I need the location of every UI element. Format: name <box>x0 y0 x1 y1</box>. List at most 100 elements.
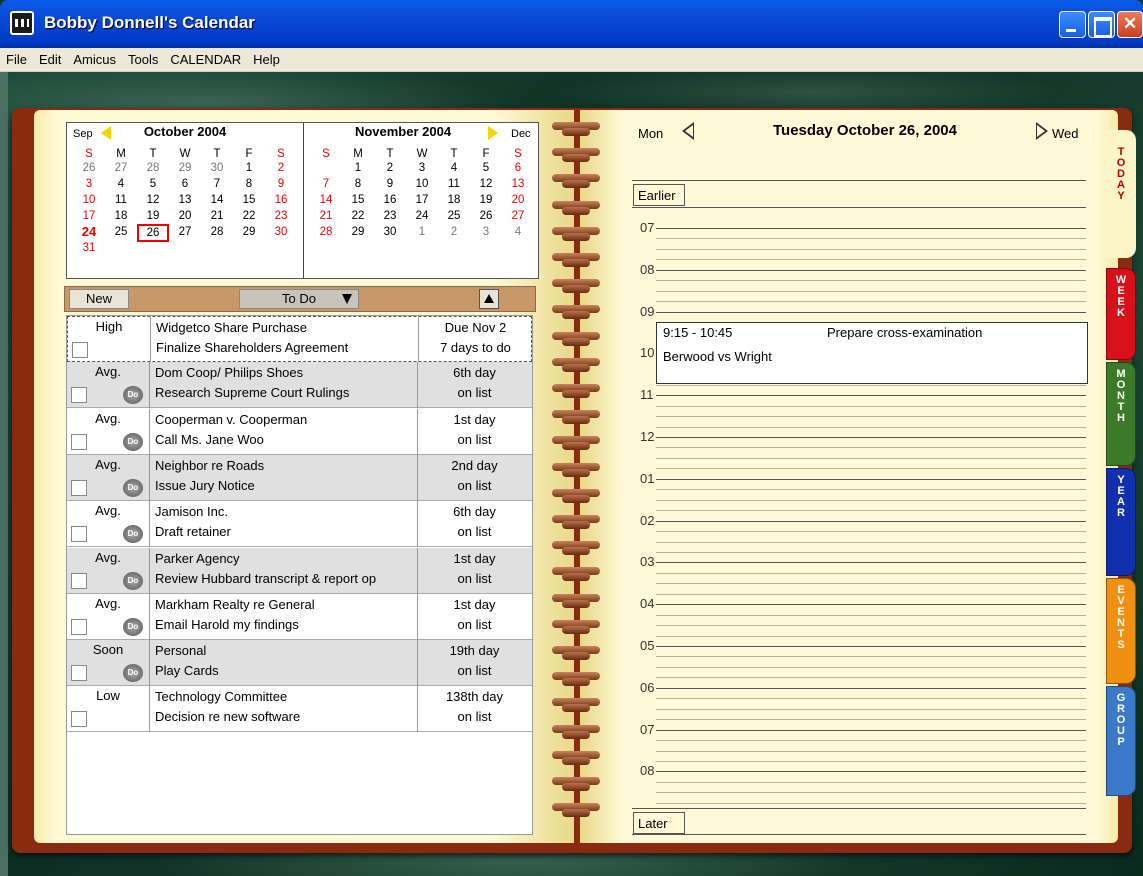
calendar-day[interactable]: 16 <box>265 193 297 207</box>
quarter-hour-line[interactable] <box>656 301 1086 303</box>
calendar-day[interactable]: 7 <box>310 177 342 191</box>
todo-item[interactable]: Avg. Do Cooperman v. Cooperman Call Ms. Jan… <box>67 408 532 455</box>
todo-checkbox[interactable] <box>72 342 88 358</box>
todo-checkbox[interactable] <box>71 479 87 496</box>
menu-edit[interactable]: Edit <box>33 48 67 67</box>
todo-item[interactable]: Avg. Do Jamison Inc. Draft retainer 6th day o… <box>67 501 532 548</box>
menu-calendar[interactable]: CALENDAR <box>164 48 247 67</box>
calendar-day[interactable]: 20 <box>169 209 201 223</box>
calendar-day[interactable]: 28 <box>201 225 233 239</box>
calendar-day[interactable]: 9 <box>374 177 406 191</box>
calendar-day[interactable]: 8 <box>342 177 374 191</box>
calendar-day[interactable]: 22 <box>342 209 374 223</box>
calendar-day[interactable]: 24 <box>73 225 105 239</box>
quarter-hour-line[interactable] <box>656 248 1086 250</box>
close-button[interactable] <box>1117 11 1143 38</box>
calendar-day[interactable]: 17 <box>406 193 438 207</box>
quarter-hour-line[interactable] <box>656 468 1086 470</box>
calendar-day[interactable]: 13 <box>169 193 201 207</box>
calendar-day[interactable]: 9 <box>265 177 297 191</box>
todo-item[interactable]: Avg. Do Neighbor re Roads Issue Jury Notice… <box>67 454 532 501</box>
calendar-day[interactable]: 8 <box>233 177 265 191</box>
calendar-day[interactable]: 26 <box>73 161 105 175</box>
maximize-button[interactable] <box>1088 11 1115 38</box>
quarter-hour-line[interactable] <box>656 416 1086 418</box>
calendar-day[interactable]: 23 <box>265 209 297 223</box>
scroll-up-button[interactable] <box>479 289 499 309</box>
calendar-day[interactable]: 3 <box>406 161 438 175</box>
calendar-day[interactable]: 30 <box>265 225 297 239</box>
calendar-day[interactable]: 2 <box>374 161 406 175</box>
calendar-day[interactable]: 27 <box>105 161 137 175</box>
calendar-day[interactable]: 25 <box>105 225 137 239</box>
calendar-day[interactable]: 29 <box>169 161 201 175</box>
calendar-day[interactable]: 12 <box>470 177 502 191</box>
quarter-hour-line[interactable] <box>656 708 1086 710</box>
calendar-day[interactable]: 10 <box>406 177 438 191</box>
calendar-day[interactable]: 5 <box>470 161 502 175</box>
calendar-day[interactable]: 29 <box>233 225 265 239</box>
earlier-button[interactable]: Earlier <box>633 184 685 206</box>
hour-line[interactable] <box>656 311 1086 313</box>
quarter-hour-line[interactable] <box>656 719 1086 721</box>
calendar-day[interactable]: 2 <box>438 225 470 239</box>
menu-tools[interactable]: Tools <box>122 48 164 67</box>
quarter-hour-line[interactable] <box>656 290 1086 292</box>
todo-item[interactable]: Avg. Do Markham Realty re General Email Har… <box>67 593 532 640</box>
calendar-day[interactable]: 29 <box>342 225 374 239</box>
todo-checkbox[interactable] <box>71 711 87 728</box>
next-day-label[interactable]: Wed <box>1052 126 1079 141</box>
calendar-day[interactable]: 17 <box>73 209 105 223</box>
quarter-hour-line[interactable] <box>656 405 1086 407</box>
calendar-day[interactable]: 11 <box>438 177 470 191</box>
calendar-day[interactable]: 31 <box>73 241 105 255</box>
hour-line[interactable] <box>656 395 1086 397</box>
calendar-day[interactable]: 25 <box>438 209 470 223</box>
hour-line[interactable] <box>656 604 1086 606</box>
calendar-day[interactable]: 18 <box>438 193 470 207</box>
calendar-day[interactable]: 24 <box>406 209 438 223</box>
calendar-day[interactable]: 18 <box>105 209 137 223</box>
calendar-day[interactable]: 11 <box>105 193 137 207</box>
quarter-hour-line[interactable] <box>656 572 1086 574</box>
menu-file[interactable]: File <box>0 48 33 67</box>
quarter-hour-line[interactable] <box>656 781 1086 783</box>
tab-events[interactable]: EVENTS <box>1106 578 1136 684</box>
hour-line[interactable] <box>656 562 1086 564</box>
new-todo-button[interactable]: New <box>69 289 129 309</box>
todo-checkbox[interactable] <box>71 387 87 404</box>
quarter-hour-line[interactable] <box>656 792 1086 794</box>
todo-item[interactable]: Avg. Do Parker Agency Review Hubbard transc… <box>67 547 532 594</box>
quarter-hour-line[interactable] <box>656 583 1086 585</box>
calendar-day[interactable]: 4 <box>438 161 470 175</box>
tab-group[interactable]: GROUP <box>1106 686 1136 796</box>
minimize-button[interactable] <box>1059 11 1086 38</box>
calendar-day[interactable]: 4 <box>502 225 534 239</box>
quarter-hour-line[interactable] <box>656 698 1086 700</box>
calendar-day[interactable]: 15 <box>342 193 374 207</box>
quarter-hour-line[interactable] <box>656 760 1086 762</box>
next-month-arrow-icon[interactable] <box>488 126 498 140</box>
calendar-day[interactable]: 3 <box>470 225 502 239</box>
calendar-day[interactable]: 19 <box>470 193 502 207</box>
calendar-day[interactable]: 7 <box>201 177 233 191</box>
calendar-day[interactable]: 10 <box>73 193 105 207</box>
calendar-day[interactable]: 1 <box>406 225 438 239</box>
todo-item[interactable]: Avg. Do Dom Coop/ Philips Shoes Research Su… <box>67 362 532 409</box>
calendar-day[interactable]: 13 <box>502 177 534 191</box>
tab-today[interactable]: TODAY <box>1106 130 1136 258</box>
appointment[interactable]: 9:15 - 10:45 Prepare cross-examination B… <box>656 322 1088 384</box>
quarter-hour-line[interactable] <box>656 551 1086 553</box>
quarter-hour-line[interactable] <box>656 625 1086 627</box>
quarter-hour-line[interactable] <box>656 384 1086 386</box>
menu-help[interactable]: Help <box>247 48 286 67</box>
quarter-hour-line[interactable] <box>656 541 1086 543</box>
todo-checkbox[interactable] <box>71 572 87 589</box>
calendar-day[interactable]: 1 <box>233 161 265 175</box>
hour-line[interactable] <box>656 437 1086 438</box>
quarter-hour-line[interactable] <box>656 499 1086 501</box>
todo-checkbox[interactable] <box>71 433 87 450</box>
calendar-day[interactable]: 26 <box>137 224 169 242</box>
todo-item[interactable]: Soon Do Personal Play Cards 19th day on list <box>67 640 532 687</box>
calendar-day[interactable]: 6 <box>169 177 201 191</box>
